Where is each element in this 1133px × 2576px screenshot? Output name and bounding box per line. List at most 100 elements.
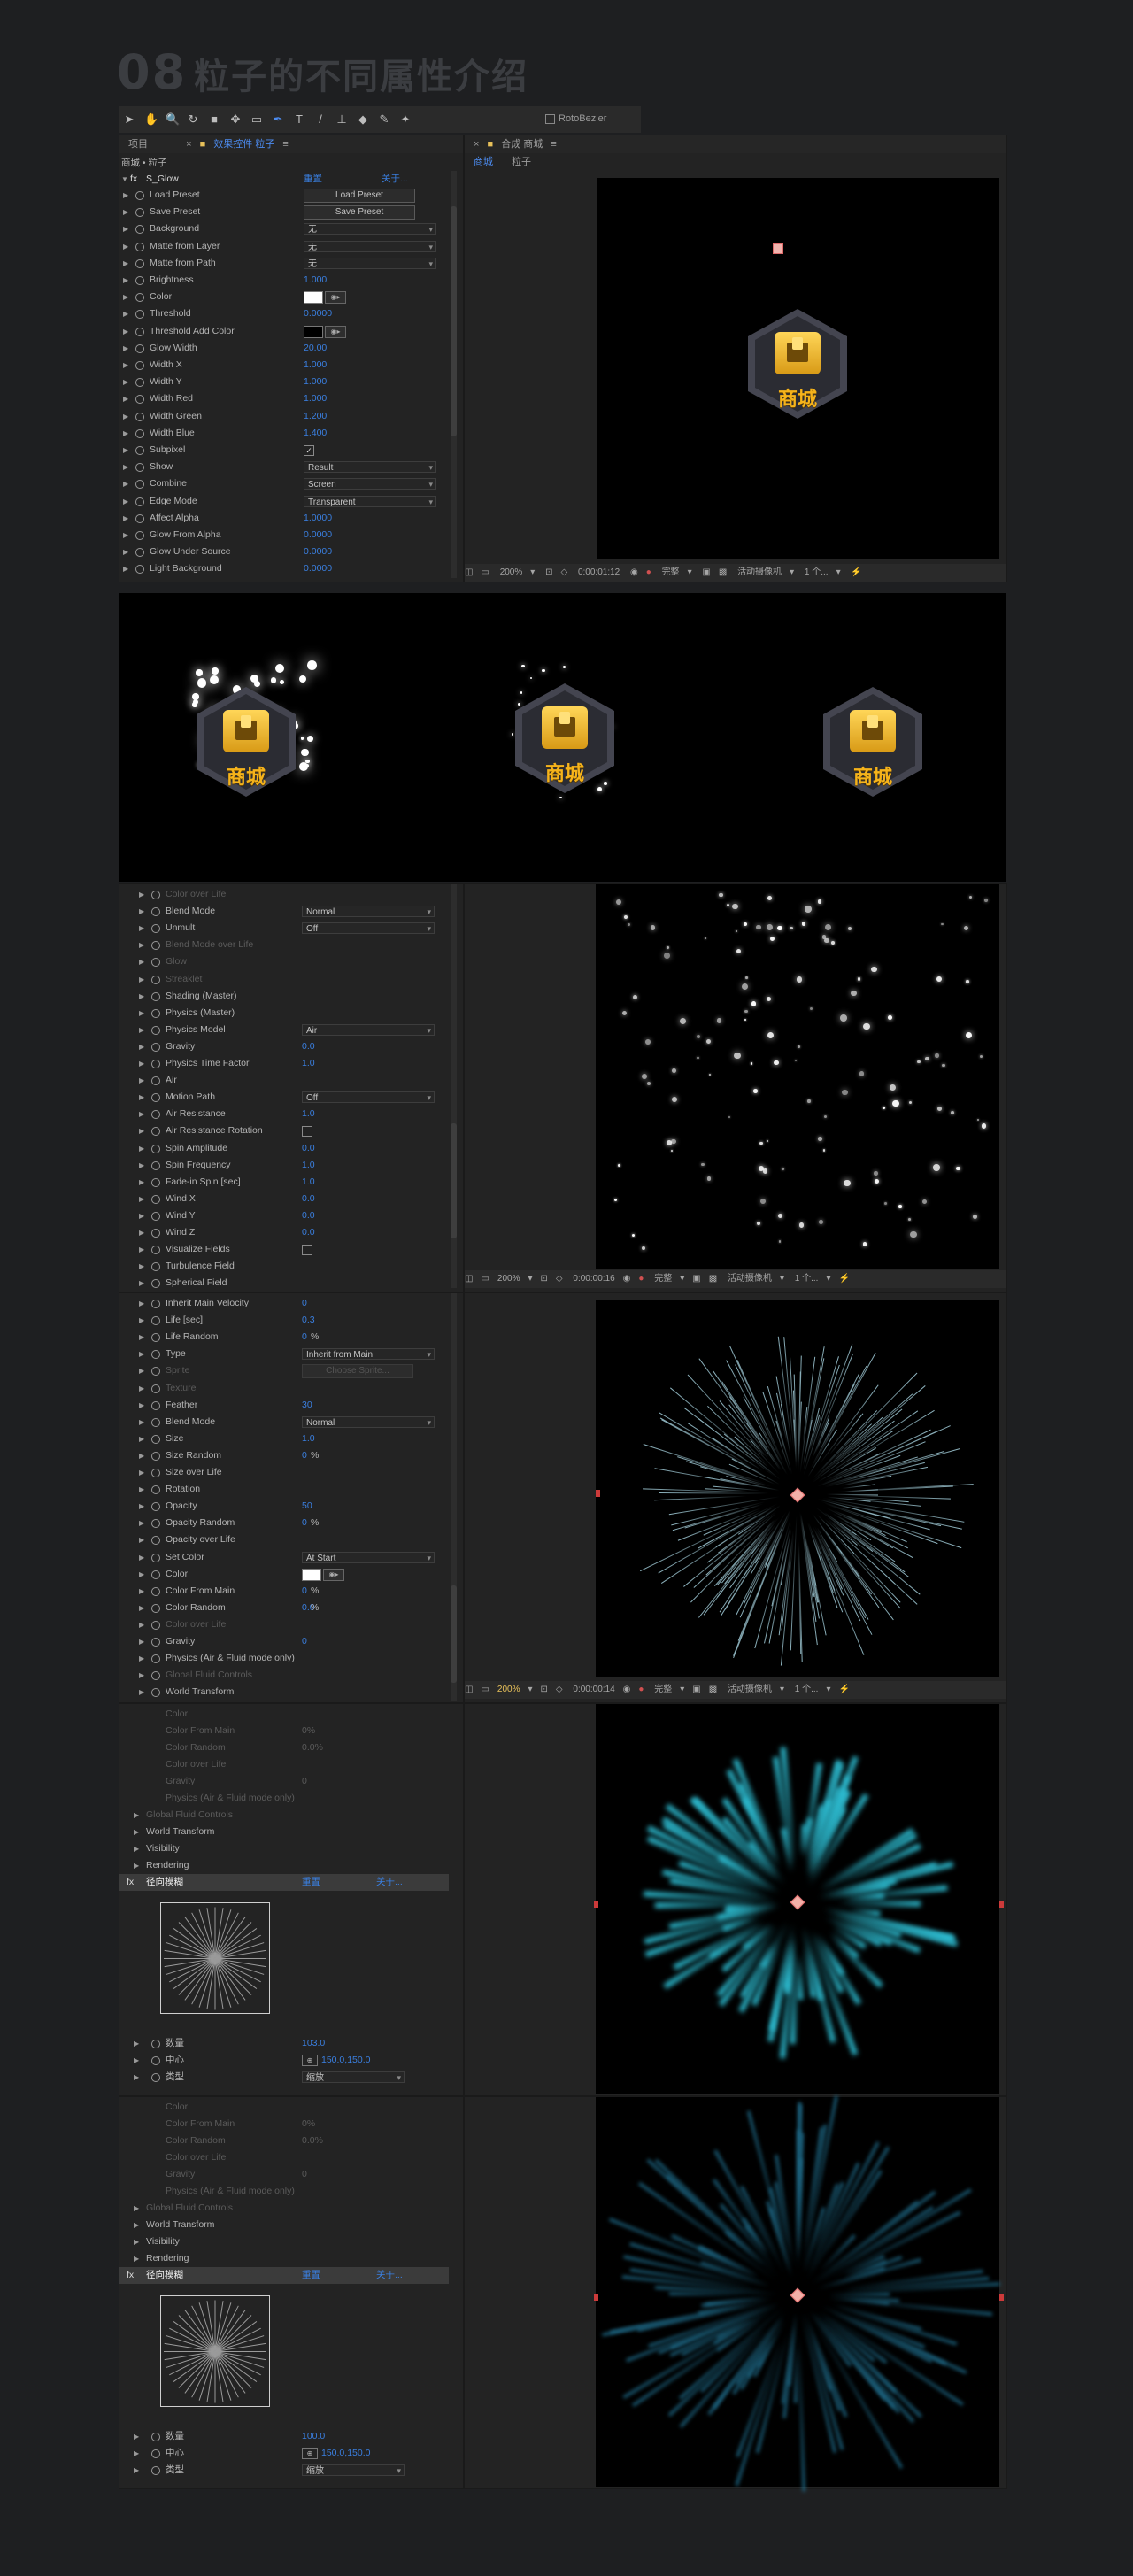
timecode[interactable]: 0:00:01:12 — [578, 567, 620, 577]
stopwatch-icon[interactable] — [135, 191, 144, 200]
property-row[interactable]: ▶ Opacity Random 0% — [119, 1515, 449, 1531]
property-dropdown[interactable]: 无 — [304, 240, 436, 253]
expand-arrow-icon[interactable]: ▶ — [123, 220, 128, 237]
expand-arrow-icon[interactable]: ▶ — [139, 920, 144, 937]
expand-arrow-icon[interactable]: ▶ — [123, 560, 128, 577]
rectangle-tool-icon[interactable]: ▭ — [250, 113, 263, 126]
stopwatch-icon[interactable] — [135, 428, 144, 438]
stopwatch-icon[interactable] — [151, 1451, 160, 1461]
stopwatch-icon[interactable] — [151, 924, 160, 934]
stopwatch-icon[interactable] — [151, 2073, 160, 2082]
stopwatch-icon[interactable] — [151, 891, 160, 899]
property-row[interactable]: ▶ 中心 ⊕ 150.0,150.0 — [119, 2052, 449, 2069]
expand-arrow-icon[interactable]: ▶ — [123, 493, 128, 510]
resolution-dropdown[interactable]: 完整 — [662, 567, 680, 577]
property-value[interactable]: 0.0 — [302, 1224, 315, 1241]
center-value[interactable]: 150.0,150.0 — [321, 2052, 370, 2069]
stopwatch-icon[interactable] — [135, 225, 144, 235]
property-row[interactable]: ▶ Motion Path Off — [119, 1089, 449, 1106]
property-row[interactable]: ▶ Width X 1.000 — [119, 357, 449, 374]
stopwatch-icon[interactable] — [151, 2056, 160, 2065]
property-value[interactable]: 0.0000 — [304, 560, 332, 577]
property-row[interactable]: ▶ 数量 103.0 — [119, 2035, 449, 2052]
camera-dropdown[interactable]: 活动摄像机 — [737, 567, 782, 577]
radial-blur-preview[interactable] — [160, 1902, 270, 2014]
property-value[interactable]: 1.000 — [304, 374, 327, 390]
property-row[interactable]: ▶ Save Preset Save Preset — [119, 204, 449, 220]
property-row[interactable]: ▶ Width Y 1.000 — [119, 374, 449, 390]
property-row[interactable]: ▶ Gravity 0 — [119, 1633, 449, 1650]
expand-arrow-icon[interactable]: ▶ — [139, 1241, 144, 1258]
stopwatch-icon[interactable] — [135, 480, 144, 490]
expand-arrow-icon[interactable]: ▶ — [123, 323, 128, 340]
puppet-tool-icon[interactable]: ✦ — [399, 113, 412, 126]
stopwatch-icon[interactable] — [151, 1671, 160, 1681]
property-row[interactable]: ▶ Wind Z 0.0 — [119, 1224, 449, 1241]
property-row[interactable]: ▶ Physics (Master) — [119, 1005, 449, 1022]
selection-tool-icon[interactable]: ➤ — [123, 113, 135, 126]
amount-value[interactable]: 103.0 — [302, 2035, 325, 2052]
about-link[interactable]: 关于... — [382, 171, 408, 188]
property-dropdown[interactable]: Inherit from Main — [302, 1348, 435, 1361]
expand-arrow-icon[interactable]: ▶ — [139, 1380, 144, 1397]
group-row[interactable]: ▶ World Transform — [119, 1824, 449, 1840]
stopwatch-icon[interactable] — [151, 1400, 160, 1410]
expand-arrow-icon[interactable]: ▶ — [139, 1312, 144, 1329]
property-row[interactable]: ▶ Physics Time Factor 1.0 — [119, 1055, 449, 1072]
property-row[interactable]: ▶ Wind Y 0.0 — [119, 1207, 449, 1224]
stopwatch-icon[interactable] — [151, 958, 160, 968]
property-value[interactable]: 0 — [302, 1515, 307, 1531]
property-dropdown[interactable]: 无 — [304, 257, 436, 270]
stopwatch-icon[interactable] — [151, 1161, 160, 1170]
stopwatch-icon[interactable] — [151, 1485, 160, 1495]
property-row[interactable]: ▶ Unmult Off — [119, 920, 449, 937]
expand-arrow-icon[interactable]: ▶ — [123, 475, 128, 492]
resolution-dropdown[interactable]: 完整 — [654, 1274, 672, 1284]
property-row[interactable]: ▶ Glow Under Source 0.0000 — [119, 544, 449, 560]
views-dropdown[interactable]: 1 个... — [795, 1685, 819, 1694]
property-row[interactable]: ▶ Wind X 0.0 — [119, 1191, 449, 1207]
stopwatch-icon[interactable] — [151, 1350, 160, 1360]
stopwatch-icon[interactable] — [135, 276, 144, 285]
views-dropdown[interactable]: 1 个... — [805, 567, 829, 577]
property-row[interactable]: ▶ Color over Life — [119, 886, 449, 903]
reset-link[interactable]: 重置 — [302, 2267, 320, 2284]
stopwatch-icon[interactable] — [151, 1008, 160, 1018]
eyedropper-icon[interactable]: ◉▸ — [323, 1568, 344, 1581]
color-swatch[interactable] — [304, 291, 323, 305]
expand-arrow-icon[interactable]: ▶ — [139, 1464, 144, 1481]
stopwatch-icon[interactable] — [151, 1469, 160, 1477]
property-row[interactable]: ▶ Feather 30 — [119, 1397, 449, 1414]
group-row[interactable]: ▶ Global Fluid Controls — [119, 2200, 449, 2217]
property-row[interactable]: ▶ Glow Width 20.00 — [119, 340, 449, 357]
expand-arrow-icon[interactable]: ▶ — [139, 1362, 144, 1379]
stopwatch-icon[interactable] — [151, 975, 160, 984]
property-value[interactable]: 1.000 — [304, 390, 327, 407]
views-dropdown[interactable]: 1 个... — [795, 1274, 819, 1284]
monitor-icon[interactable]: ▭ — [481, 567, 489, 577]
stopwatch-icon[interactable] — [151, 1553, 160, 1562]
reset-link[interactable]: 重置 — [302, 1874, 320, 1891]
property-row[interactable]: ▶ Streaklet — [119, 971, 449, 988]
property-row[interactable]: ▶ Rotation — [119, 1481, 449, 1498]
group-row[interactable]: ▶ World Transform — [119, 2217, 449, 2233]
property-dropdown[interactable]: Normal — [302, 906, 435, 918]
expand-arrow-icon[interactable]: ▶ — [139, 1431, 144, 1447]
property-row[interactable]: ▶ Air — [119, 1072, 449, 1089]
property-value[interactable]: 0 — [302, 1633, 307, 1650]
stopwatch-icon[interactable] — [151, 1638, 160, 1647]
effect-header-sglow[interactable]: ▼ fx S_Glow 重置 关于... — [119, 171, 449, 188]
property-value[interactable]: 0.0 — [302, 1191, 315, 1207]
property-row[interactable]: ▶ Blend Mode Normal — [119, 903, 449, 920]
pen-tool-icon[interactable]: ✒ — [272, 113, 284, 126]
expand-arrow-icon[interactable]: ▶ — [139, 988, 144, 1005]
expand-arrow-icon[interactable]: ▶ — [123, 527, 128, 544]
expand-arrow-icon[interactable]: ▶ — [123, 272, 128, 289]
property-row[interactable]: ▶ Edge Mode Transparent — [119, 493, 449, 510]
stopwatch-icon[interactable] — [151, 1434, 160, 1444]
property-row[interactable]: ▶ Glow From Alpha 0.0000 — [119, 527, 449, 544]
grid-icon[interactable]: ⊡ — [545, 567, 552, 577]
brush-tool-icon[interactable]: / — [314, 113, 327, 126]
region-icon[interactable]: ▣ — [702, 567, 710, 577]
stopwatch-icon[interactable] — [151, 1536, 160, 1546]
